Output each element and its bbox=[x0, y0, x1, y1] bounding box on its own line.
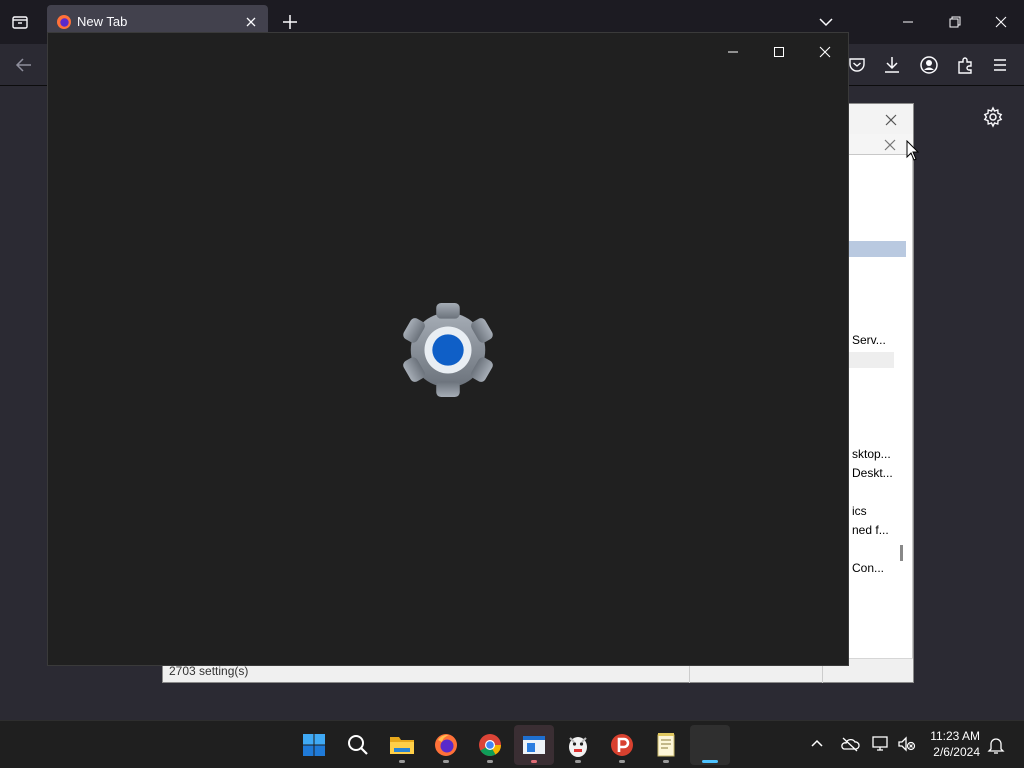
back-arrow-icon[interactable] bbox=[13, 54, 35, 76]
list-item: sktop... bbox=[852, 447, 891, 461]
background-dialog-close2-icon[interactable] bbox=[883, 138, 897, 152]
account-icon[interactable] bbox=[918, 54, 940, 76]
browser-close-icon[interactable] bbox=[991, 12, 1011, 32]
browser-minimize-icon[interactable] bbox=[898, 12, 918, 32]
maximize-icon bbox=[774, 47, 784, 57]
search-icon bbox=[348, 735, 368, 755]
browser-restore-icon[interactable] bbox=[945, 12, 965, 32]
mouse-cursor-icon bbox=[906, 140, 920, 162]
windows-logo-icon bbox=[303, 734, 325, 756]
settings-maximize-button[interactable] bbox=[756, 37, 802, 67]
running-indicator bbox=[619, 760, 625, 763]
list-item: Serv... bbox=[852, 333, 886, 347]
list-item: Con... bbox=[852, 561, 885, 575]
notification-bell-icon[interactable] bbox=[987, 735, 1005, 755]
active-indicator bbox=[702, 760, 718, 763]
pocket-icon[interactable] bbox=[846, 54, 868, 76]
app-window-icon bbox=[523, 736, 545, 754]
volume-muted-icon[interactable] bbox=[897, 735, 917, 753]
list-item: Deskt... bbox=[852, 466, 893, 480]
row-stripe bbox=[846, 352, 894, 368]
taskbar-file-explorer[interactable] bbox=[382, 725, 422, 765]
taskbar-active-window[interactable] bbox=[514, 725, 554, 765]
settings-minimize-button[interactable] bbox=[710, 37, 756, 67]
settings-gear-icon bbox=[399, 301, 497, 399]
search-button[interactable] bbox=[338, 725, 378, 765]
taskbar: 11:23 AM 2/6/2024 bbox=[0, 720, 1024, 768]
folder-icon bbox=[390, 737, 414, 754]
minimize-icon bbox=[728, 51, 738, 53]
network-icon[interactable] bbox=[871, 735, 891, 753]
onedrive-offline-icon[interactable] bbox=[840, 735, 860, 753]
p-app-icon bbox=[611, 734, 633, 756]
close-icon bbox=[819, 46, 831, 58]
taskbar-notepad[interactable] bbox=[646, 725, 686, 765]
clock-date: 2/6/2024 bbox=[933, 745, 980, 759]
settings-close-button[interactable] bbox=[802, 37, 848, 67]
taskbar-firefox[interactable] bbox=[426, 725, 466, 765]
list-item: ics bbox=[852, 504, 867, 518]
taskbar-mascot-app[interactable] bbox=[558, 725, 598, 765]
background-dialog-close-icon[interactable] bbox=[883, 112, 899, 128]
system-clock[interactable]: 11:23 AM 2/6/2024 bbox=[930, 728, 980, 760]
running-indicator bbox=[443, 760, 449, 763]
firefox-favicon-icon bbox=[56, 14, 72, 30]
running-indicator bbox=[531, 760, 537, 763]
show-hidden-icons-chevron-icon[interactable] bbox=[808, 735, 826, 753]
list-item: ned f... bbox=[852, 523, 889, 537]
new-tab-plus-icon[interactable] bbox=[280, 12, 300, 32]
firefox-icon bbox=[435, 734, 457, 756]
taskbar-active-blank[interactable] bbox=[690, 725, 730, 765]
selected-row-highlight bbox=[846, 241, 906, 257]
running-indicator bbox=[575, 760, 581, 763]
app-menu-hamburger-icon[interactable] bbox=[989, 54, 1011, 76]
settings-window bbox=[47, 32, 849, 666]
downloads-icon[interactable] bbox=[881, 54, 903, 76]
clock-time: 11:23 AM bbox=[930, 729, 980, 743]
start-button[interactable] bbox=[294, 725, 334, 765]
chrome-icon bbox=[479, 734, 501, 756]
close-tab-icon[interactable] bbox=[244, 15, 258, 29]
tab-list-icon[interactable] bbox=[10, 12, 30, 32]
tab-title: New Tab bbox=[77, 14, 128, 29]
mascot-icon bbox=[569, 737, 587, 757]
new-tab-settings-gear-icon[interactable] bbox=[982, 106, 1004, 128]
extensions-icon[interactable] bbox=[954, 54, 976, 76]
running-indicator bbox=[399, 760, 405, 763]
setting-count-text: 2703 setting(s) bbox=[169, 664, 249, 678]
notepad-icon bbox=[657, 733, 675, 757]
list-all-tabs-chevron-icon[interactable] bbox=[816, 12, 836, 32]
taskbar-chrome[interactable] bbox=[470, 725, 510, 765]
running-indicator bbox=[487, 760, 493, 763]
running-indicator bbox=[663, 760, 669, 763]
taskbar-p-app[interactable] bbox=[602, 725, 642, 765]
scrollbar-thumb[interactable] bbox=[900, 545, 903, 561]
